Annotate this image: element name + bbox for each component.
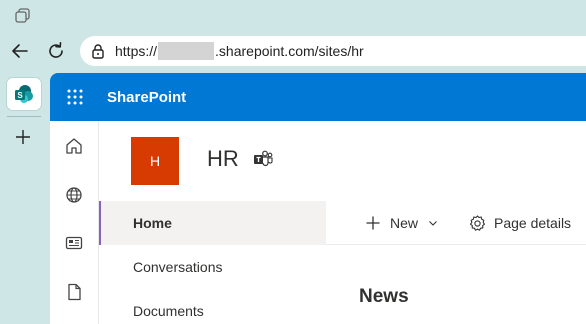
- chevron-down-icon: [428, 218, 438, 228]
- url-text: https:// .sharepoint.com/sites/hr: [115, 42, 364, 60]
- vertical-tabs-sidebar: S: [0, 70, 48, 324]
- browser-toolbar: https:// .sharepoint.com/sites/hr: [0, 32, 586, 70]
- document-icon[interactable]: [64, 282, 84, 302]
- page-details-label: Page details: [494, 215, 572, 231]
- nav-item-documents[interactable]: Documents: [99, 289, 326, 324]
- sharepoint-tab-icon: S: [15, 85, 33, 103]
- nav-item-label: Documents: [133, 303, 204, 319]
- url-redaction: [158, 42, 215, 60]
- lock-icon[interactable]: [90, 43, 106, 59]
- news-icon[interactable]: [64, 233, 84, 253]
- command-bar: New Page details: [326, 201, 586, 245]
- nav-item-label: Home: [133, 215, 172, 231]
- site-title[interactable]: HR: [207, 146, 239, 172]
- nav-item-label: Conversations: [133, 259, 223, 275]
- gear-icon: [468, 214, 486, 232]
- nav-item-home[interactable]: Home: [99, 201, 326, 245]
- sharepoint-tab[interactable]: S: [7, 78, 41, 110]
- title-bar: [0, 0, 586, 32]
- reload-icon: [49, 42, 63, 58]
- teams-icon[interactable]: [253, 150, 273, 168]
- globe-icon[interactable]: [64, 185, 84, 205]
- reload-button[interactable]: [44, 39, 68, 63]
- app-launcher-icon[interactable]: [66, 88, 84, 106]
- url-suffix: .sharepoint.com/sites/hr: [215, 43, 364, 59]
- new-button[interactable]: New: [364, 201, 438, 245]
- tab-actions-icon[interactable]: [14, 7, 32, 25]
- news-heading: News: [359, 286, 409, 307]
- address-bar[interactable]: https:// .sharepoint.com/sites/hr: [80, 36, 586, 66]
- tab-separator: [7, 116, 41, 117]
- suite-bar: SharePoint: [50, 73, 586, 121]
- site-logo[interactable]: H: [131, 137, 179, 185]
- nav-item-conversations[interactable]: Conversations: [99, 245, 326, 289]
- plus-icon: [16, 130, 30, 144]
- site-navigation: Home Conversations Documents: [99, 201, 326, 324]
- plus-icon: [364, 214, 382, 232]
- back-button[interactable]: [8, 39, 32, 63]
- back-arrow-icon: [12, 44, 28, 58]
- home-icon[interactable]: [64, 136, 84, 156]
- new-button-label: New: [390, 215, 419, 231]
- url-prefix: https://: [115, 43, 158, 59]
- new-tab-button[interactable]: [12, 126, 34, 148]
- app-bar: [50, 121, 99, 324]
- plus-icon[interactable]: [362, 319, 368, 324]
- sharepoint-page: SharePoint H HR Home Conversations Docum…: [50, 73, 586, 324]
- page-details-button[interactable]: Page details: [468, 201, 571, 245]
- brand-name[interactable]: SharePoint: [107, 89, 186, 106]
- svg-text:S: S: [17, 91, 23, 100]
- browser-window: https:// .sharepoint.com/sites/hr S Shar…: [0, 0, 586, 324]
